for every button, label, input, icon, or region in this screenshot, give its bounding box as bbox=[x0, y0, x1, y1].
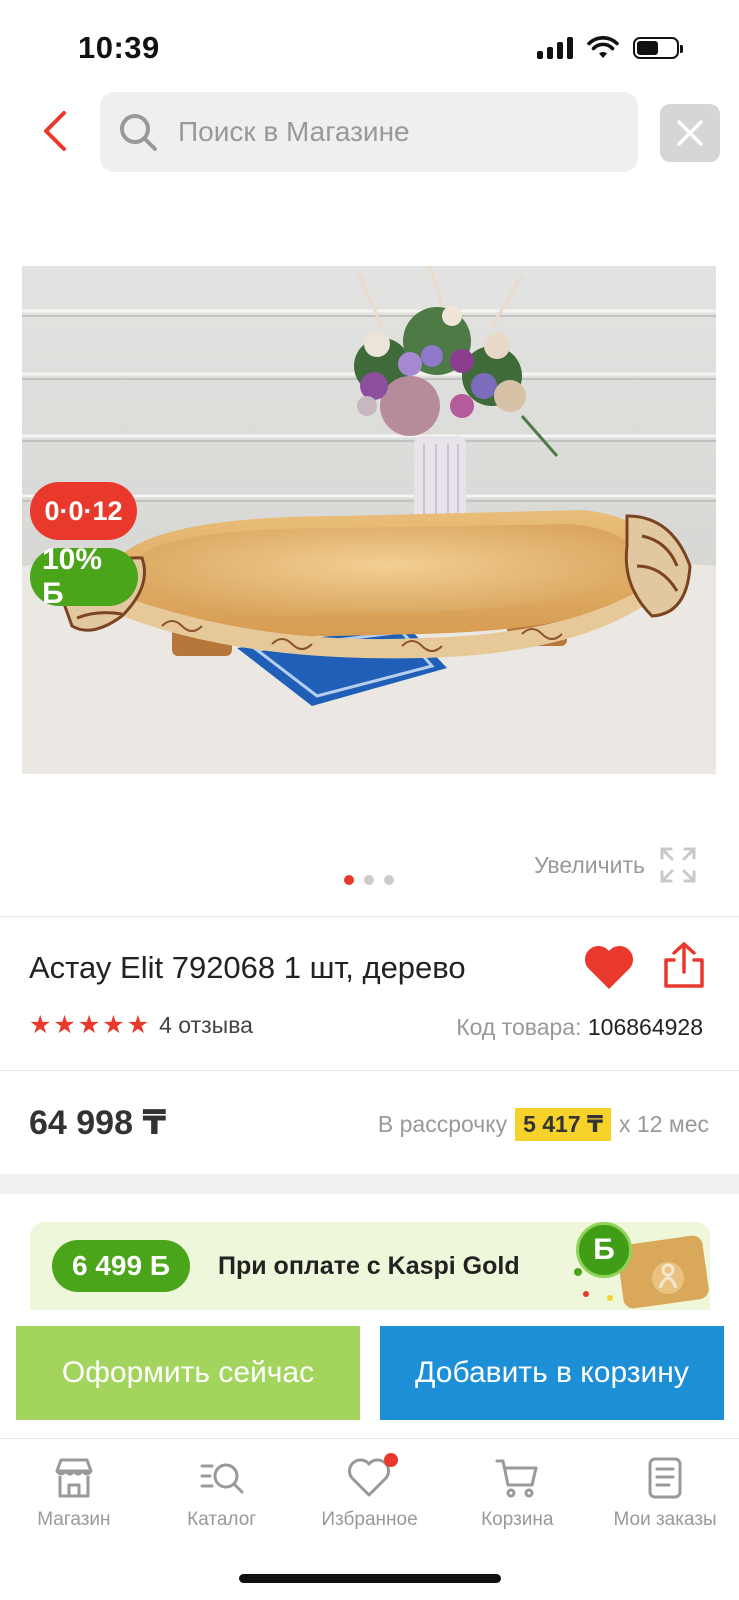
close-icon bbox=[677, 120, 703, 146]
divider bbox=[0, 916, 739, 917]
catalog-search-icon bbox=[200, 1463, 244, 1494]
search-box[interactable] bbox=[100, 92, 638, 172]
battery-icon bbox=[633, 37, 683, 59]
installment-badge: 0·0·12 bbox=[30, 482, 137, 540]
product-title: Астау Elit 792068 1 шт, дерево bbox=[29, 950, 466, 985]
wifi-icon bbox=[587, 36, 619, 58]
expand-icon bbox=[660, 847, 696, 883]
star-icon: ★ bbox=[29, 1011, 52, 1039]
star-icon: ★ bbox=[102, 1011, 125, 1039]
tab-orders[interactable]: Мои заказы bbox=[591, 1439, 739, 1548]
section-separator bbox=[0, 1174, 739, 1194]
share-button[interactable] bbox=[660, 940, 708, 990]
battery-level bbox=[637, 41, 658, 55]
kaspi-gold-banner[interactable]: 6 499 Б При оплате с Kaspi Gold Б bbox=[30, 1222, 710, 1310]
tab-label: Мои заказы bbox=[613, 1509, 717, 1530]
tab-label: Каталог bbox=[187, 1509, 257, 1530]
divider bbox=[0, 1070, 739, 1071]
tab-catalog[interactable]: Каталог bbox=[148, 1439, 296, 1548]
tab-label: Магазин bbox=[37, 1509, 111, 1530]
heart-filled-icon bbox=[584, 945, 634, 989]
rating-row: ★ ★ ★ ★ ★ 4 отзыва bbox=[29, 1012, 253, 1039]
zoom-label: Увеличить bbox=[534, 851, 645, 878]
pagination-dot[interactable] bbox=[384, 875, 394, 885]
home-indicator[interactable] bbox=[239, 1574, 501, 1583]
kaspi-gold-text: При оплате с Kaspi Gold bbox=[218, 1252, 520, 1280]
add-to-cart-button[interactable]: Добавить в корзину bbox=[380, 1326, 724, 1420]
bonus-amount-pill: 6 499 Б bbox=[52, 1240, 190, 1292]
star-icon: ★ bbox=[53, 1011, 76, 1039]
pagination-dot[interactable] bbox=[344, 875, 354, 885]
product-code-value: 106864928 bbox=[587, 1014, 703, 1040]
status-bar: 10:39 bbox=[0, 0, 739, 90]
tab-label: Корзина bbox=[481, 1509, 554, 1530]
tab-store[interactable]: Магазин bbox=[0, 1439, 148, 1548]
tab-favorites[interactable]: Избранное bbox=[296, 1439, 444, 1548]
favorite-button[interactable] bbox=[582, 942, 636, 992]
rating-stars: ★ ★ ★ ★ ★ bbox=[29, 1013, 149, 1038]
checkout-now-button[interactable]: Оформить сейчас bbox=[16, 1326, 360, 1420]
search-input[interactable] bbox=[178, 116, 598, 148]
bottom-tab-bar: Магазин Каталог Избранное Корзина Мои за… bbox=[0, 1438, 739, 1548]
store-icon bbox=[55, 1458, 93, 1498]
status-icons bbox=[537, 36, 683, 60]
notification-dot bbox=[383, 1453, 398, 1467]
star-icon: ★ bbox=[77, 1011, 101, 1039]
installment-monthly: 5 417 ₸ bbox=[515, 1108, 612, 1141]
reviews-link[interactable]: 4 отзыва bbox=[159, 1012, 253, 1039]
installment-suffix: x 12 мес bbox=[619, 1111, 709, 1137]
installment-prefix: В рассрочку bbox=[377, 1111, 508, 1137]
pagination-dot[interactable] bbox=[364, 875, 374, 885]
bonus-coin-icon: Б bbox=[576, 1222, 632, 1278]
orders-list-icon bbox=[648, 1457, 682, 1499]
tab-cart[interactable]: Корзина bbox=[443, 1439, 591, 1548]
status-time: 10:39 bbox=[78, 30, 160, 65]
kaspi-gold-card-icon bbox=[574, 1235, 709, 1309]
back-button[interactable] bbox=[36, 105, 72, 157]
cart-icon bbox=[495, 1459, 538, 1498]
installment-info[interactable]: В рассрочку 5 417 ₸ x 12 мес bbox=[378, 1108, 709, 1141]
close-button[interactable] bbox=[660, 104, 720, 162]
star-icon: ★ bbox=[126, 1011, 150, 1039]
price: 64 998 ₸ bbox=[29, 1104, 167, 1142]
zoom-button[interactable]: Увеличить bbox=[534, 846, 697, 884]
bonus-badge: 10% Б bbox=[30, 543, 138, 610]
image-pagination bbox=[344, 875, 394, 885]
cellular-signal-icon bbox=[537, 37, 573, 59]
share-icon bbox=[664, 942, 704, 988]
product-code-label: Код товара: bbox=[456, 1014, 582, 1040]
product-code: Код товара: 106864928 bbox=[456, 1014, 703, 1041]
chevron-left-icon bbox=[44, 111, 66, 151]
search-icon bbox=[120, 114, 157, 151]
tab-label: Избранное bbox=[321, 1509, 418, 1530]
